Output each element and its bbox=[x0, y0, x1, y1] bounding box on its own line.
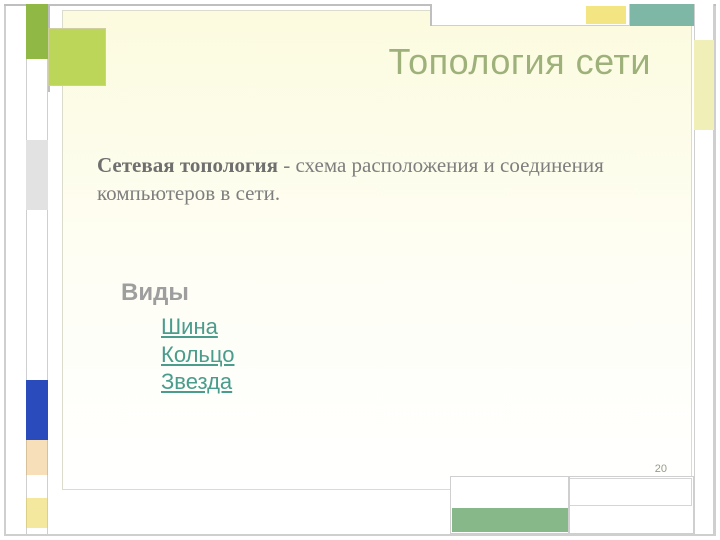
frame-right-edge bbox=[714, 4, 716, 534]
definition-term: Сетевая топология bbox=[97, 153, 278, 177]
deco-lime-square bbox=[48, 28, 106, 86]
deco-bottomright-vline bbox=[568, 476, 570, 534]
deco-left-yellow bbox=[26, 498, 48, 528]
definition-text: Сетевая топология - схема расположения и… bbox=[97, 151, 631, 208]
kind-link-star[interactable]: Звезда bbox=[161, 368, 234, 396]
deco-left-orange bbox=[26, 440, 48, 475]
deco-left-blue bbox=[26, 380, 48, 440]
kinds-heading: Виды bbox=[121, 279, 189, 307]
deco-left-green bbox=[26, 4, 48, 59]
deco-topright-yellow bbox=[586, 6, 626, 24]
deco-bottomright-inner bbox=[568, 478, 692, 506]
slide-title: Топология сети bbox=[63, 41, 651, 83]
kind-link-bus[interactable]: Шина bbox=[161, 313, 234, 341]
deco-right-pale bbox=[694, 40, 714, 130]
kind-link-ring[interactable]: Кольцо bbox=[161, 341, 234, 369]
deco-left-grey bbox=[26, 140, 48, 210]
slide-content: Топология сети Сетевая топология - схема… bbox=[62, 10, 692, 490]
page-number: 20 bbox=[655, 463, 667, 475]
deco-bottomright-green bbox=[452, 508, 568, 532]
deco-topright-teal bbox=[630, 4, 694, 26]
frame-bottom-line bbox=[4, 534, 716, 536]
deco-topright-sep bbox=[430, 4, 432, 26]
frame-left-edge bbox=[4, 4, 6, 534]
kinds-list: Шина Кольцо Звезда bbox=[161, 313, 234, 396]
